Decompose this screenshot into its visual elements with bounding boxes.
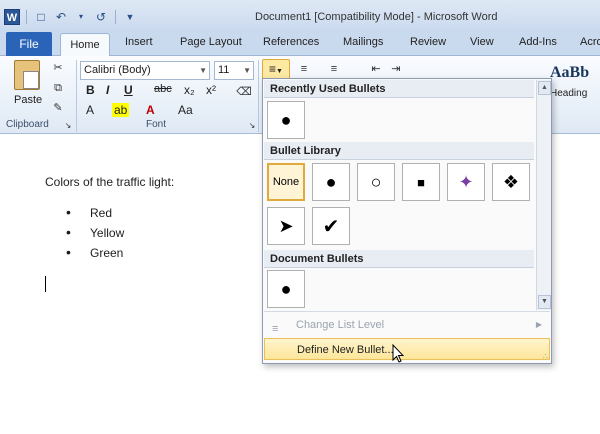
- style-preview: AaBb: [550, 64, 590, 81]
- list-item[interactable]: Green: [66, 244, 124, 265]
- redo-icon[interactable]: ↺: [93, 9, 109, 25]
- numbering-icon[interactable]: ≡: [296, 61, 312, 77]
- underline-button[interactable]: U: [124, 83, 133, 97]
- tab-file[interactable]: File: [6, 32, 52, 56]
- font-group-label: Font: [146, 119, 167, 130]
- bold-button[interactable]: B: [86, 83, 95, 97]
- style-name-label: Heading: [550, 88, 588, 99]
- save-icon[interactable]: □: [33, 9, 49, 25]
- paste-icon[interactable]: [14, 60, 40, 90]
- tab-home[interactable]: Home: [60, 33, 110, 57]
- tab-add-ins[interactable]: Add-Ins: [519, 36, 557, 48]
- decrease-indent-icon[interactable]: ⇤: [368, 61, 384, 77]
- chevron-down-icon: ▼: [276, 68, 283, 75]
- change-list-level-label: Change List Level: [296, 319, 385, 331]
- bullet-list-icon: ≡: [269, 62, 277, 76]
- tab-review[interactable]: Review: [410, 36, 446, 48]
- bullet-checkmark-icon[interactable]: ✔: [312, 207, 350, 245]
- define-new-bullet-label: Define New Bullet...: [297, 344, 394, 356]
- chevron-down-icon[interactable]: ▼: [199, 62, 207, 79]
- word-app-icon[interactable]: W: [4, 9, 20, 25]
- qat-separator: [26, 10, 27, 24]
- tab-page-layout[interactable]: Page Layout: [180, 36, 242, 48]
- tab-view[interactable]: View: [470, 36, 494, 48]
- list-item[interactable]: Red: [66, 204, 124, 225]
- change-list-level-item[interactable]: ≡ Change List Level ▶: [264, 314, 550, 336]
- clear-formatting-icon[interactable]: ⌫: [236, 84, 252, 100]
- resize-grip-icon[interactable]: ∴: [543, 352, 548, 361]
- bullets-button[interactable]: ≡▼: [262, 59, 290, 79]
- scroll-up-icon[interactable]: ▲: [538, 81, 551, 95]
- strikethrough-button[interactable]: abc: [154, 83, 172, 95]
- group-divider: [76, 60, 77, 132]
- undo-dropdown-icon[interactable]: ▾: [73, 9, 89, 25]
- cut-icon[interactable]: ✂: [50, 60, 66, 76]
- group-divider: [258, 60, 259, 132]
- bullet-diamond-cluster-icon[interactable]: ❖: [492, 163, 530, 201]
- list-level-icon: ≡: [272, 323, 279, 335]
- tab-insert[interactable]: Insert: [125, 36, 153, 48]
- change-case-button[interactable]: Aa: [178, 103, 193, 117]
- format-painter-icon[interactable]: ✎: [50, 100, 66, 116]
- text-effects-button[interactable]: A: [86, 103, 94, 117]
- list-item[interactable]: Yellow: [66, 224, 124, 245]
- tab-acrobat[interactable]: Acro: [580, 36, 600, 48]
- clipboard-launcher-icon[interactable]: ↘: [60, 118, 76, 134]
- font-size-combo[interactable]: 11 ▼: [214, 61, 254, 80]
- bullet-library-dropdown: Recently Used Bullets ● Bullet Library N…: [262, 78, 552, 364]
- increase-indent-icon[interactable]: ⇥: [388, 61, 404, 77]
- superscript-button[interactable]: x²: [206, 83, 216, 97]
- document-bullets-heading: Document Bullets: [264, 250, 534, 268]
- highlight-color-button[interactable]: ab: [112, 103, 130, 117]
- italic-button[interactable]: I: [106, 83, 109, 97]
- font-color-button[interactable]: A: [146, 103, 155, 117]
- customize-qat-icon[interactable]: ▼: [122, 9, 138, 25]
- bullet-library-heading: Bullet Library: [264, 142, 534, 160]
- tab-references[interactable]: References: [263, 36, 319, 48]
- bulleted-list[interactable]: Red Yellow Green: [66, 204, 124, 265]
- copy-icon[interactable]: ⧉: [50, 80, 66, 96]
- menu-divider: [264, 311, 550, 312]
- define-new-bullet-item[interactable]: Define New Bullet...: [264, 338, 550, 360]
- ribbon-tabs: File Home Insert Page Layout References …: [0, 32, 600, 57]
- quick-access-toolbar: W □ ↶ ▾ ↺ ▼: [4, 9, 138, 25]
- bullet-none-option[interactable]: None: [267, 163, 305, 201]
- document-bullet-filled-circle[interactable]: ●: [267, 270, 305, 308]
- font-size-value: 11: [218, 64, 230, 76]
- paste-button-label[interactable]: Paste: [14, 94, 42, 106]
- window-title: Document1 [Compatibility Mode] - Microso…: [255, 11, 498, 23]
- font-name-value: Calibri (Body): [84, 64, 151, 76]
- scroll-down-icon[interactable]: ▼: [538, 295, 551, 309]
- tab-mailings[interactable]: Mailings: [343, 36, 383, 48]
- mouse-pointer-icon: [392, 344, 404, 363]
- undo-icon[interactable]: ↶: [53, 9, 69, 25]
- bullet-hollow-circle-option[interactable]: ○: [357, 163, 395, 201]
- qat-separator: [115, 10, 116, 24]
- clipboard-group-label: Clipboard: [6, 119, 49, 130]
- bullet-cross-star-icon[interactable]: ✦: [447, 163, 485, 201]
- bullet-arrowhead-icon[interactable]: ➤: [267, 207, 305, 245]
- recent-bullets-heading: Recently Used Bullets: [264, 80, 534, 98]
- font-name-combo[interactable]: Calibri (Body) ▼: [80, 61, 210, 80]
- document-intro-text[interactable]: Colors of the traffic light:: [45, 175, 174, 189]
- chevron-down-icon[interactable]: ▼: [243, 62, 251, 79]
- text-caret: [45, 276, 46, 292]
- bullet-filled-circle-option[interactable]: ●: [312, 163, 350, 201]
- bullet-square-option[interactable]: ■: [402, 163, 440, 201]
- style-heading-sample[interactable]: AaBb Heading: [550, 64, 600, 114]
- subscript-button[interactable]: x₂: [184, 83, 195, 97]
- gallery-scrollbar[interactable]: ▲ ▼: [536, 80, 551, 310]
- title-bar: W □ ↶ ▾ ↺ ▼ Document1 [Compatibility Mod…: [0, 0, 600, 32]
- chevron-right-icon: ▶: [535, 320, 542, 329]
- multilevel-list-icon[interactable]: ≡: [326, 61, 342, 77]
- recent-bullet-filled-circle[interactable]: ●: [267, 101, 305, 139]
